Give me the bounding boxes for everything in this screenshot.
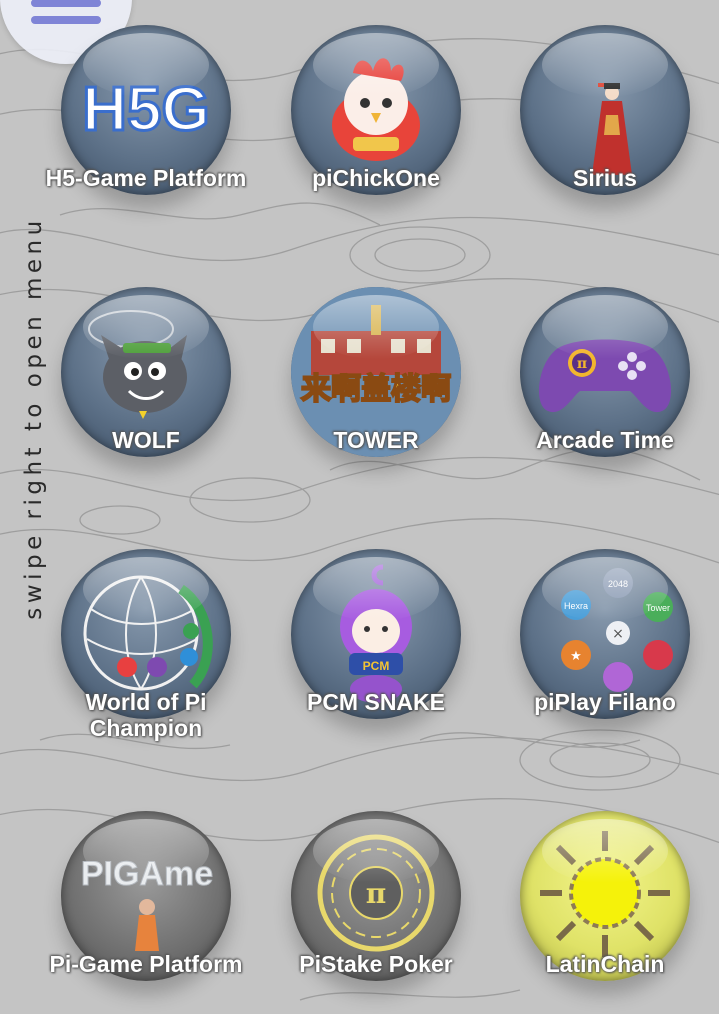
game-title: Arcade Time bbox=[536, 427, 674, 453]
svg-text:Hexra: Hexra bbox=[564, 601, 588, 611]
svg-text:来啊盖楼啊: 来啊盖楼啊 bbox=[301, 372, 451, 407]
game-tile-pcm-snake[interactable]: PCM PCM SNAKE bbox=[281, 545, 471, 785]
game-tile-latinchain[interactable]: LatinChain bbox=[510, 807, 700, 1014]
game-tile-world-of-pi-champion[interactable]: World of Pi Champion bbox=[51, 545, 241, 785]
swipe-hint: swipe right to open menu bbox=[21, 216, 47, 620]
game-title: Pi-Game Platform bbox=[49, 951, 243, 977]
game-tile-h5-game-platform[interactable]: H5G H5-Game Platform bbox=[46, 21, 246, 261]
game-title: TOWER bbox=[333, 427, 419, 453]
svg-text:π: π bbox=[366, 877, 387, 910]
game-title: World of Pi Champion bbox=[85, 689, 207, 741]
svg-text:2048: 2048 bbox=[608, 579, 628, 589]
game-tile-pichickone[interactable]: piChickOne bbox=[281, 21, 471, 261]
svg-text:PCM: PCM bbox=[363, 659, 390, 673]
game-tile-pistake-poker[interactable]: π PiStake Poker bbox=[281, 807, 471, 1014]
game-title: piPlay Filano bbox=[534, 689, 676, 715]
game-title: H5-Game Platform bbox=[45, 165, 247, 191]
game-tile-pi-game-platform[interactable]: PIGAme Pi-Game Platform bbox=[50, 807, 243, 1014]
svg-text:PIGAme: PIGAme bbox=[81, 855, 213, 893]
game-title: LatinChain bbox=[545, 951, 665, 977]
svg-text:Tower: Tower bbox=[646, 603, 670, 613]
game-tile-wolf[interactable]: WOLF bbox=[51, 283, 241, 523]
game-title: PCM SNAKE bbox=[306, 689, 445, 715]
game-tile-arcade-time[interactable]: π Arcade Time bbox=[510, 283, 700, 523]
game-title: PiStake Poker bbox=[299, 951, 453, 977]
game-tile-piplay-filano[interactable]: 2048 Hexra Tower × ★ piPlay Filano bbox=[510, 545, 700, 785]
svg-text:π: π bbox=[577, 356, 587, 372]
game-title: piChickOne bbox=[312, 165, 440, 191]
svg-text:★: ★ bbox=[570, 649, 582, 664]
game-title: Sirius bbox=[573, 165, 637, 191]
svg-text:×: × bbox=[612, 626, 624, 642]
game-title: WOLF bbox=[112, 427, 180, 453]
game-tile-tower[interactable]: 来啊盖楼啊 TOWER bbox=[281, 283, 471, 523]
game-tile-sirius[interactable]: Sirius bbox=[510, 21, 700, 261]
